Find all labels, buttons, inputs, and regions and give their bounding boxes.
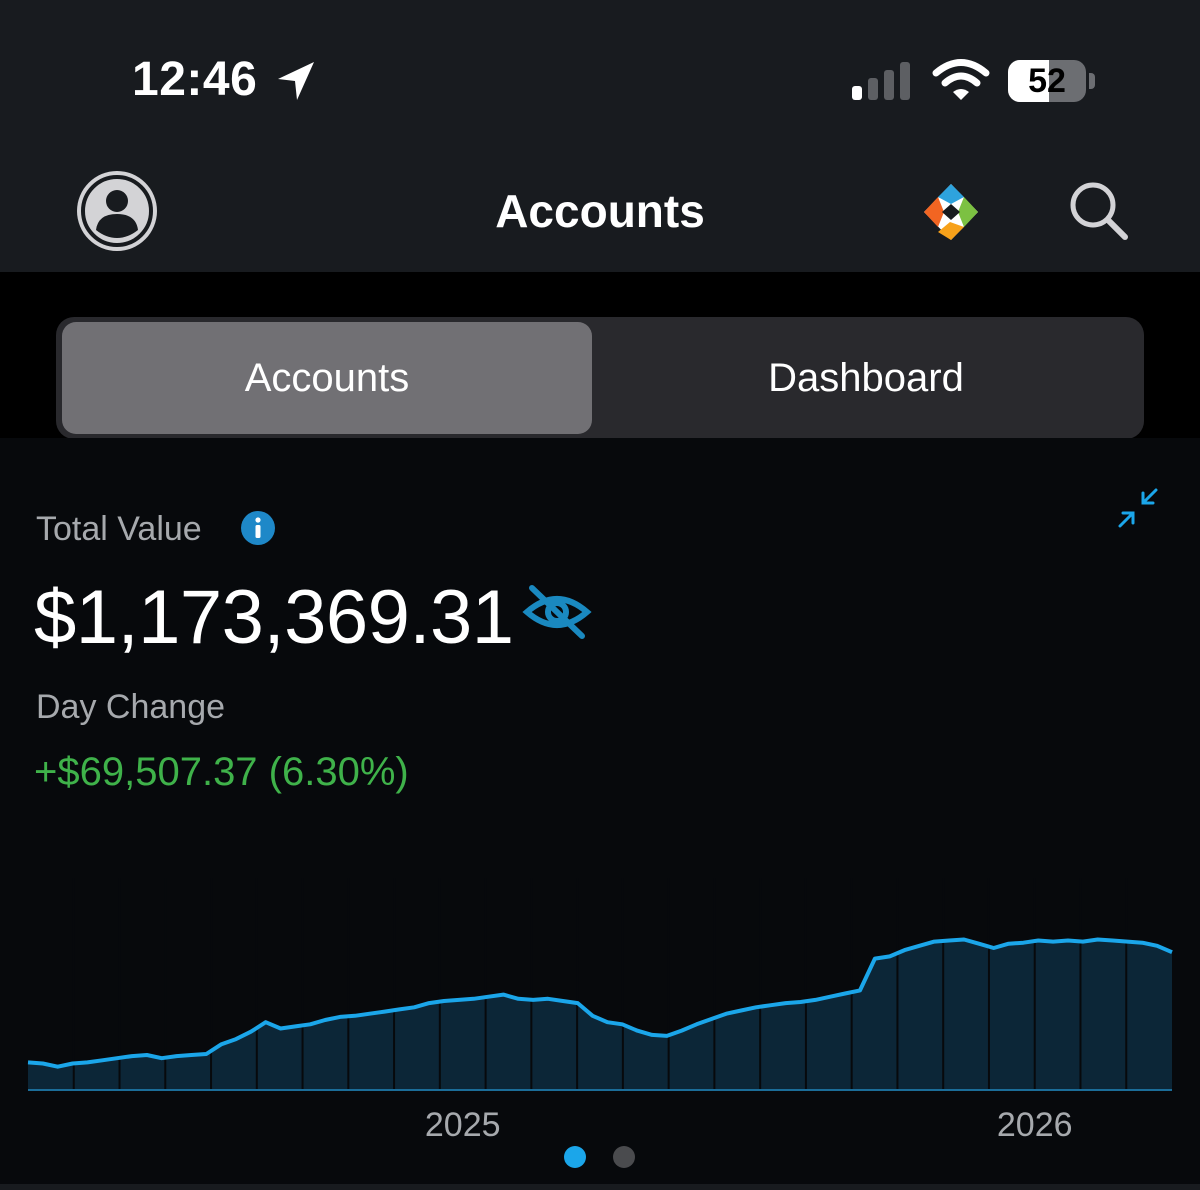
bottom-divider — [0, 1184, 1200, 1190]
tab-accounts[interactable]: Accounts — [62, 322, 592, 434]
page-title: Accounts — [495, 185, 705, 237]
portfolio-summary-panel: Total Value $1,173,369.31 Day Change +$6… — [0, 438, 1200, 1184]
location-arrow-icon — [278, 62, 314, 100]
top-header: 12:46 52 Accounts — [0, 0, 1200, 272]
page-dot-2[interactable] — [613, 1146, 635, 1168]
x-tick-label: 2025 — [425, 1106, 501, 1138]
eye-slash-icon[interactable] — [522, 582, 592, 642]
page-dot-1[interactable] — [564, 1146, 586, 1168]
app-logo-icon[interactable] — [920, 182, 982, 242]
signal-icon — [852, 62, 910, 100]
info-icon[interactable] — [240, 510, 276, 546]
view-tab-switcher: Accounts Dashboard — [56, 317, 1144, 439]
total-value-amount: $1,173,369.31 — [34, 575, 514, 660]
status-time: 12:46 — [132, 53, 258, 106]
x-tick-label: 2026 — [997, 1106, 1073, 1138]
collapse-icon[interactable] — [1116, 486, 1160, 530]
chart-area-fill — [28, 939, 1172, 1090]
day-change-label: Day Change — [36, 688, 226, 726]
portfolio-value-chart[interactable]: 2025 2026 — [0, 858, 1200, 1138]
battery-nub — [1089, 73, 1095, 89]
search-icon[interactable] — [1068, 180, 1130, 242]
battery-icon: 52 — [1008, 60, 1086, 102]
tab-dashboard[interactable]: Dashboard — [592, 322, 1140, 434]
day-change-value: +$69,507.37 (6.30%) — [34, 750, 409, 794]
total-value-label: Total Value — [36, 510, 202, 548]
wifi-icon — [932, 59, 990, 100]
battery-level: 52 — [1028, 62, 1066, 100]
